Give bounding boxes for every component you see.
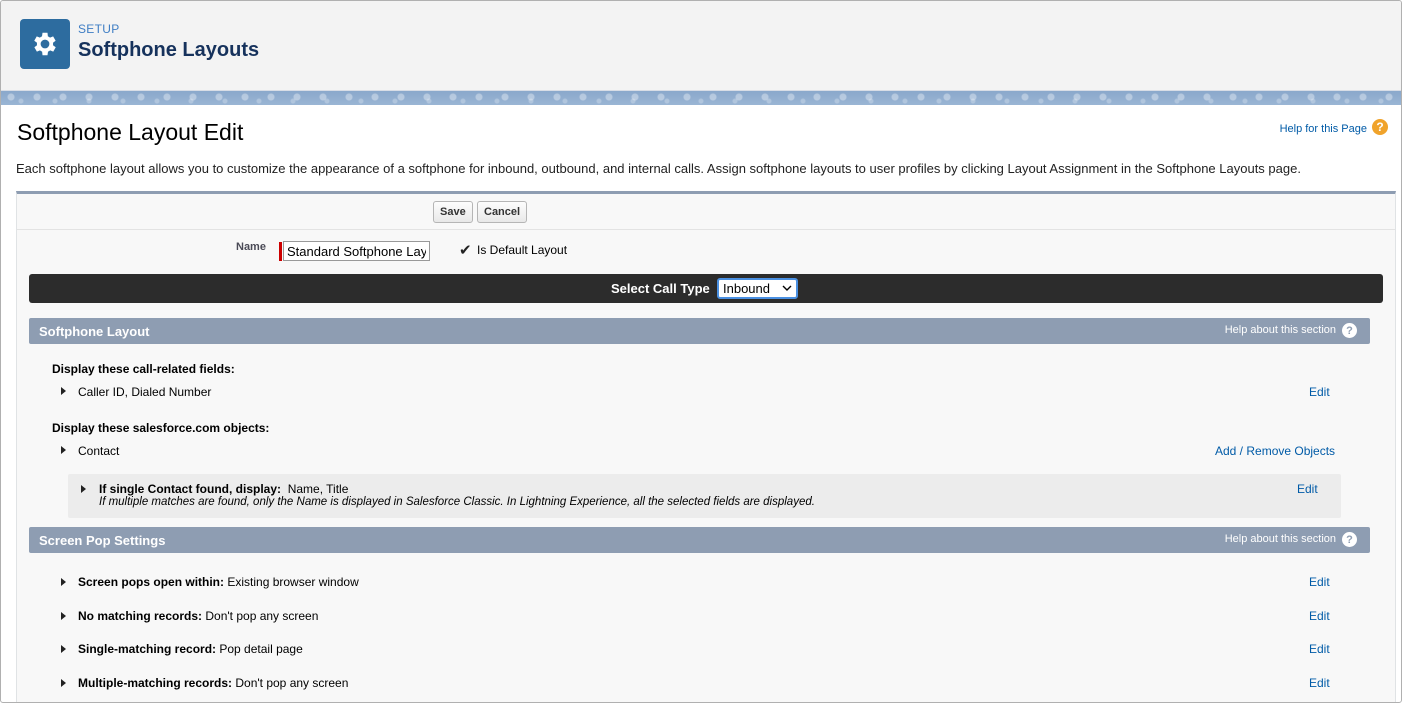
screen-pop-row: Single-matching record: Pop detail page [78, 642, 303, 656]
help-icon[interactable]: ? [1372, 119, 1388, 135]
screen-pop-value: Don't pop any screen [235, 676, 349, 690]
contact-display-box: If single Contact found, display: Name, … [68, 474, 1341, 518]
multiple-matches-note: If multiple matches are found, only the … [99, 496, 815, 508]
page-title: Softphone Layout Edit [17, 119, 244, 145]
screen-pop-label: No matching records: [78, 609, 203, 623]
default-layout-checkbox[interactable]: ✔ [459, 241, 472, 259]
screen-pop-section-header: Screen Pop Settings Help about this sect… [29, 527, 1370, 553]
screen-pop-value: Pop detail page [219, 642, 303, 656]
page-frame: SETUP Softphone Layouts Softphone Layout… [0, 0, 1402, 703]
add-remove-objects-link[interactable]: Add / Remove Objects [1215, 444, 1335, 458]
edit-call-fields-link[interactable]: Edit [1309, 385, 1330, 399]
expand-triangle-icon[interactable] [61, 578, 66, 586]
name-input[interactable] [283, 241, 430, 261]
section-help-link[interactable]: Help about this section [1225, 324, 1336, 336]
call-type-select[interactable]: Inbound [717, 278, 798, 299]
default-layout-label: Is Default Layout [477, 243, 568, 257]
edit-form: Save Cancel Name ✔ Is Default Layout Sel… [16, 191, 1396, 702]
cancel-button[interactable]: Cancel [477, 201, 528, 223]
setup-eyebrow: SETUP [78, 22, 120, 36]
call-type-bar: Select Call Type Inbound [29, 274, 1383, 303]
decorative-banner [1, 91, 1401, 105]
single-contact-label: If single Contact found, display: [99, 482, 282, 496]
screen-pop-label: Multiple-matching records: [78, 676, 233, 690]
expand-triangle-icon[interactable] [61, 612, 66, 620]
required-indicator [279, 242, 282, 261]
screen-pop-label: Single-matching record: [78, 642, 217, 656]
call-fields-label: Display these call-related fields: [52, 362, 235, 376]
softphone-layout-section-header: Softphone Layout Help about this section… [29, 318, 1370, 344]
single-contact-row: If single Contact found, display: Name, … [99, 482, 348, 496]
edit-single-match-link[interactable]: Edit [1309, 642, 1330, 656]
setup-header: SETUP Softphone Layouts [1, 1, 1401, 91]
name-label: Name [236, 241, 266, 253]
screen-pop-value: Don't pop any screen [205, 609, 319, 623]
expand-triangle-icon[interactable] [61, 679, 66, 687]
setup-title: Softphone Layouts [78, 39, 260, 61]
edit-contact-display-link[interactable]: Edit [1297, 482, 1318, 496]
help-icon[interactable]: ? [1342, 532, 1357, 547]
call-type-label: Select Call Type [611, 281, 710, 296]
edit-multi-match-link[interactable]: Edit [1309, 676, 1330, 690]
help-for-page-link[interactable]: Help for this Page [1280, 123, 1367, 135]
expand-triangle-icon[interactable] [61, 387, 66, 395]
gear-icon [20, 19, 70, 69]
expand-triangle-icon[interactable] [61, 446, 66, 454]
screen-pop-row: Screen pops open within: Existing browse… [78, 575, 359, 589]
edit-screen-pop-link[interactable]: Edit [1309, 575, 1330, 589]
edit-no-match-link[interactable]: Edit [1309, 609, 1330, 623]
expand-triangle-icon[interactable] [61, 645, 66, 653]
chevron-down-icon [782, 285, 792, 291]
screen-pop-row: Multiple-matching records: Don't pop any… [78, 676, 348, 690]
expand-triangle-icon[interactable] [81, 485, 86, 493]
screen-pop-row: No matching records: Don't pop any scree… [78, 609, 318, 623]
call-fields-value: Caller ID, Dialed Number [78, 385, 212, 399]
section-title: Softphone Layout [39, 324, 150, 339]
button-row: Save Cancel [17, 194, 1395, 230]
help-icon[interactable]: ? [1342, 323, 1357, 338]
screen-pop-label: Screen pops open within: [78, 575, 225, 589]
object-contact: Contact [78, 444, 120, 458]
section-help-link[interactable]: Help about this section [1225, 533, 1336, 545]
call-type-value: Inbound [723, 281, 770, 296]
objects-label: Display these salesforce.com objects: [52, 421, 270, 435]
page-description: Each softphone layout allows you to cust… [16, 161, 1301, 176]
screen-pop-value: Existing browser window [227, 575, 359, 589]
section-title: Screen Pop Settings [39, 533, 166, 548]
single-contact-value: Name, Title [287, 482, 349, 496]
save-button[interactable]: Save [433, 201, 473, 223]
